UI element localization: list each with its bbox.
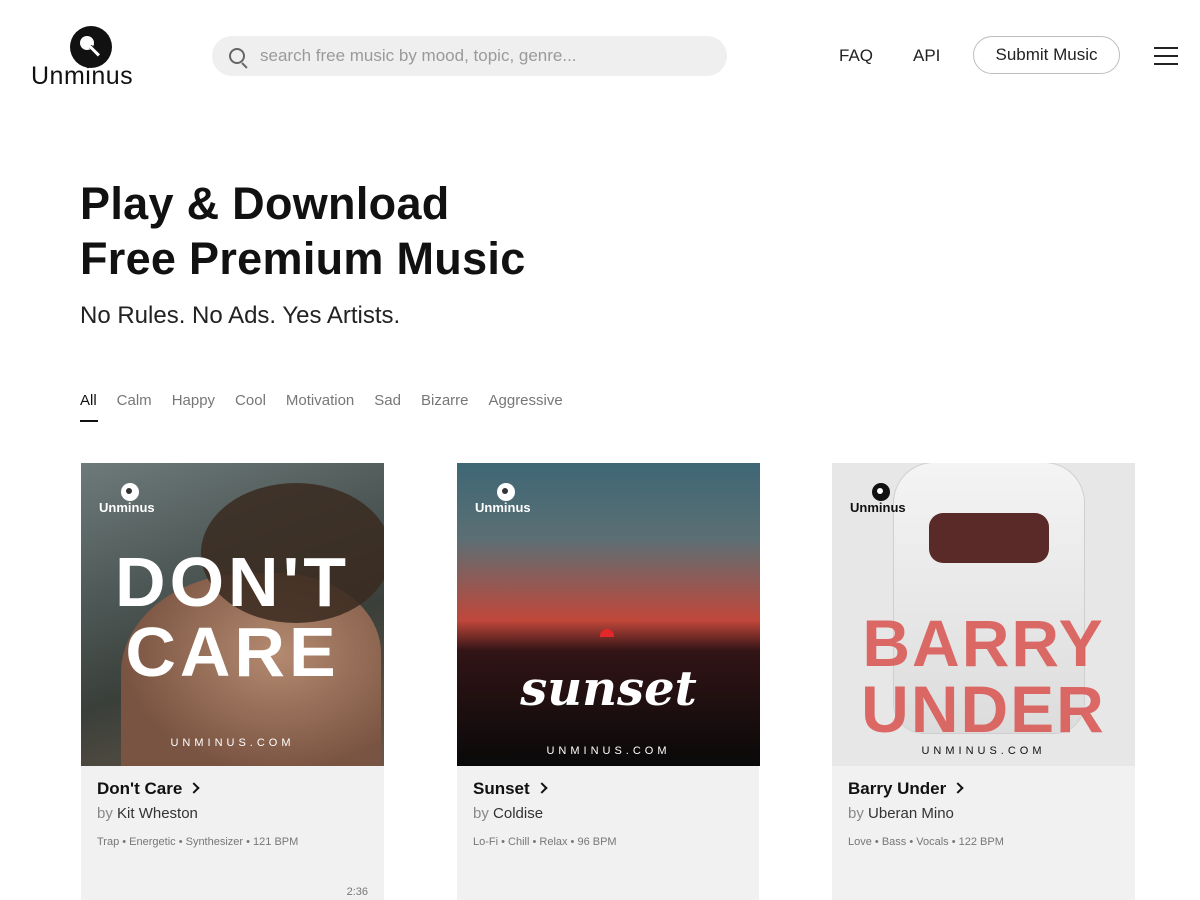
- by-label: by: [473, 805, 489, 822]
- hamburger-menu-icon[interactable]: [1154, 47, 1178, 65]
- api-link[interactable]: API: [913, 46, 940, 66]
- track-title[interactable]: Don't Care: [97, 779, 200, 799]
- page-title: Play & Download Free Premium Music: [80, 176, 526, 286]
- filter-sad[interactable]: Sad: [374, 392, 401, 409]
- faq-link[interactable]: FAQ: [839, 46, 873, 66]
- track-card[interactable]: Unminus DON'T CARE UNMINUS.COM Don't Car…: [81, 463, 384, 900]
- track-title[interactable]: Barry Under: [848, 779, 964, 799]
- artist-name[interactable]: Uberan Mino: [868, 805, 954, 822]
- track-title-text: Don't Care: [97, 779, 183, 798]
- submit-music-button[interactable]: Submit Music: [973, 36, 1120, 74]
- cover-site: UNMINUS.COM: [546, 745, 671, 757]
- cover-title-line-2: UNDER: [861, 672, 1106, 746]
- cover-brand: Unminus: [475, 483, 545, 523]
- track-duration: 2:36: [346, 886, 368, 898]
- search-input[interactable]: [260, 36, 710, 76]
- track-card[interactable]: Unminus sunset UNMINUS.COM Sunset by Col…: [457, 463, 760, 900]
- chevron-right-icon: [536, 782, 548, 794]
- cover-title-line-1: BARRY: [862, 606, 1105, 680]
- record-disc-icon: [121, 483, 139, 501]
- album-cover[interactable]: Unminus sunset UNMINUS.COM: [457, 463, 760, 766]
- cover-brand-text: Unminus: [475, 500, 531, 515]
- record-disc-icon: [497, 483, 515, 501]
- track-title-text: Sunset: [473, 779, 530, 798]
- track-tags: Love • Bass • Vocals • 122 BPM: [848, 836, 1004, 848]
- by-label: by: [97, 805, 113, 822]
- filter-aggressive[interactable]: Aggressive: [489, 392, 563, 409]
- track-artist: by Kit Wheston: [97, 805, 198, 822]
- track-tags: Trap • Energetic • Synthesizer • 121 BPM: [97, 836, 299, 848]
- cover-title-line-1: DON'T: [115, 543, 350, 621]
- track-card[interactable]: Unminus BARRY UNDER UNMINUS.COM Barry Un…: [832, 463, 1135, 900]
- title-line-1: Play & Download: [80, 178, 450, 229]
- filter-motivation[interactable]: Motivation: [286, 392, 354, 409]
- filter-cool[interactable]: Cool: [235, 392, 266, 409]
- artist-name[interactable]: Coldise: [493, 805, 543, 822]
- search-bar[interactable]: [212, 36, 727, 76]
- cover-brand-text: Unminus: [99, 500, 155, 515]
- filter-all[interactable]: All: [80, 392, 98, 422]
- chevron-right-icon: [188, 782, 200, 794]
- by-label: by: [848, 805, 864, 822]
- cover-brand: Unminus: [99, 483, 169, 523]
- hero-subtitle: No Rules. No Ads. Yes Artists.: [80, 302, 401, 329]
- track-artist: by Coldise: [473, 805, 543, 822]
- track-artist: by Uberan Mino: [848, 805, 954, 822]
- cover-sun: [600, 629, 614, 637]
- mood-filter-tabs: All Calm Happy Cool Motivation Sad Bizar…: [80, 392, 583, 422]
- cover-title-line-2: CARE: [125, 613, 340, 691]
- track-title[interactable]: Sunset: [473, 779, 548, 799]
- track-tags: Lo-Fi • Chill • Relax • 96 BPM: [473, 836, 617, 848]
- search-icon: [229, 48, 245, 64]
- logo-text: Unminus: [31, 62, 134, 90]
- artist-name[interactable]: Kit Wheston: [117, 805, 198, 822]
- cover-brand-text: Unminus: [850, 500, 906, 515]
- cover-title: sunset: [520, 661, 697, 717]
- filter-happy[interactable]: Happy: [172, 392, 215, 409]
- cover-site: UNMINUS.COM: [170, 737, 295, 749]
- logo[interactable]: Unminus: [31, 24, 155, 90]
- title-line-2: Free Premium Music: [80, 233, 526, 284]
- record-disc-icon: [872, 483, 890, 501]
- track-title-text: Barry Under: [848, 779, 947, 798]
- album-cover[interactable]: Unminus BARRY UNDER UNMINUS.COM: [832, 463, 1135, 766]
- cover-brand: Unminus: [850, 483, 920, 523]
- filter-bizarre[interactable]: Bizarre: [421, 392, 469, 409]
- cover-car-glass: [929, 513, 1049, 563]
- album-cover[interactable]: Unminus DON'T CARE UNMINUS.COM: [81, 463, 384, 766]
- chevron-right-icon: [952, 782, 964, 794]
- filter-calm[interactable]: Calm: [117, 392, 152, 409]
- cover-site: UNMINUS.COM: [921, 745, 1046, 757]
